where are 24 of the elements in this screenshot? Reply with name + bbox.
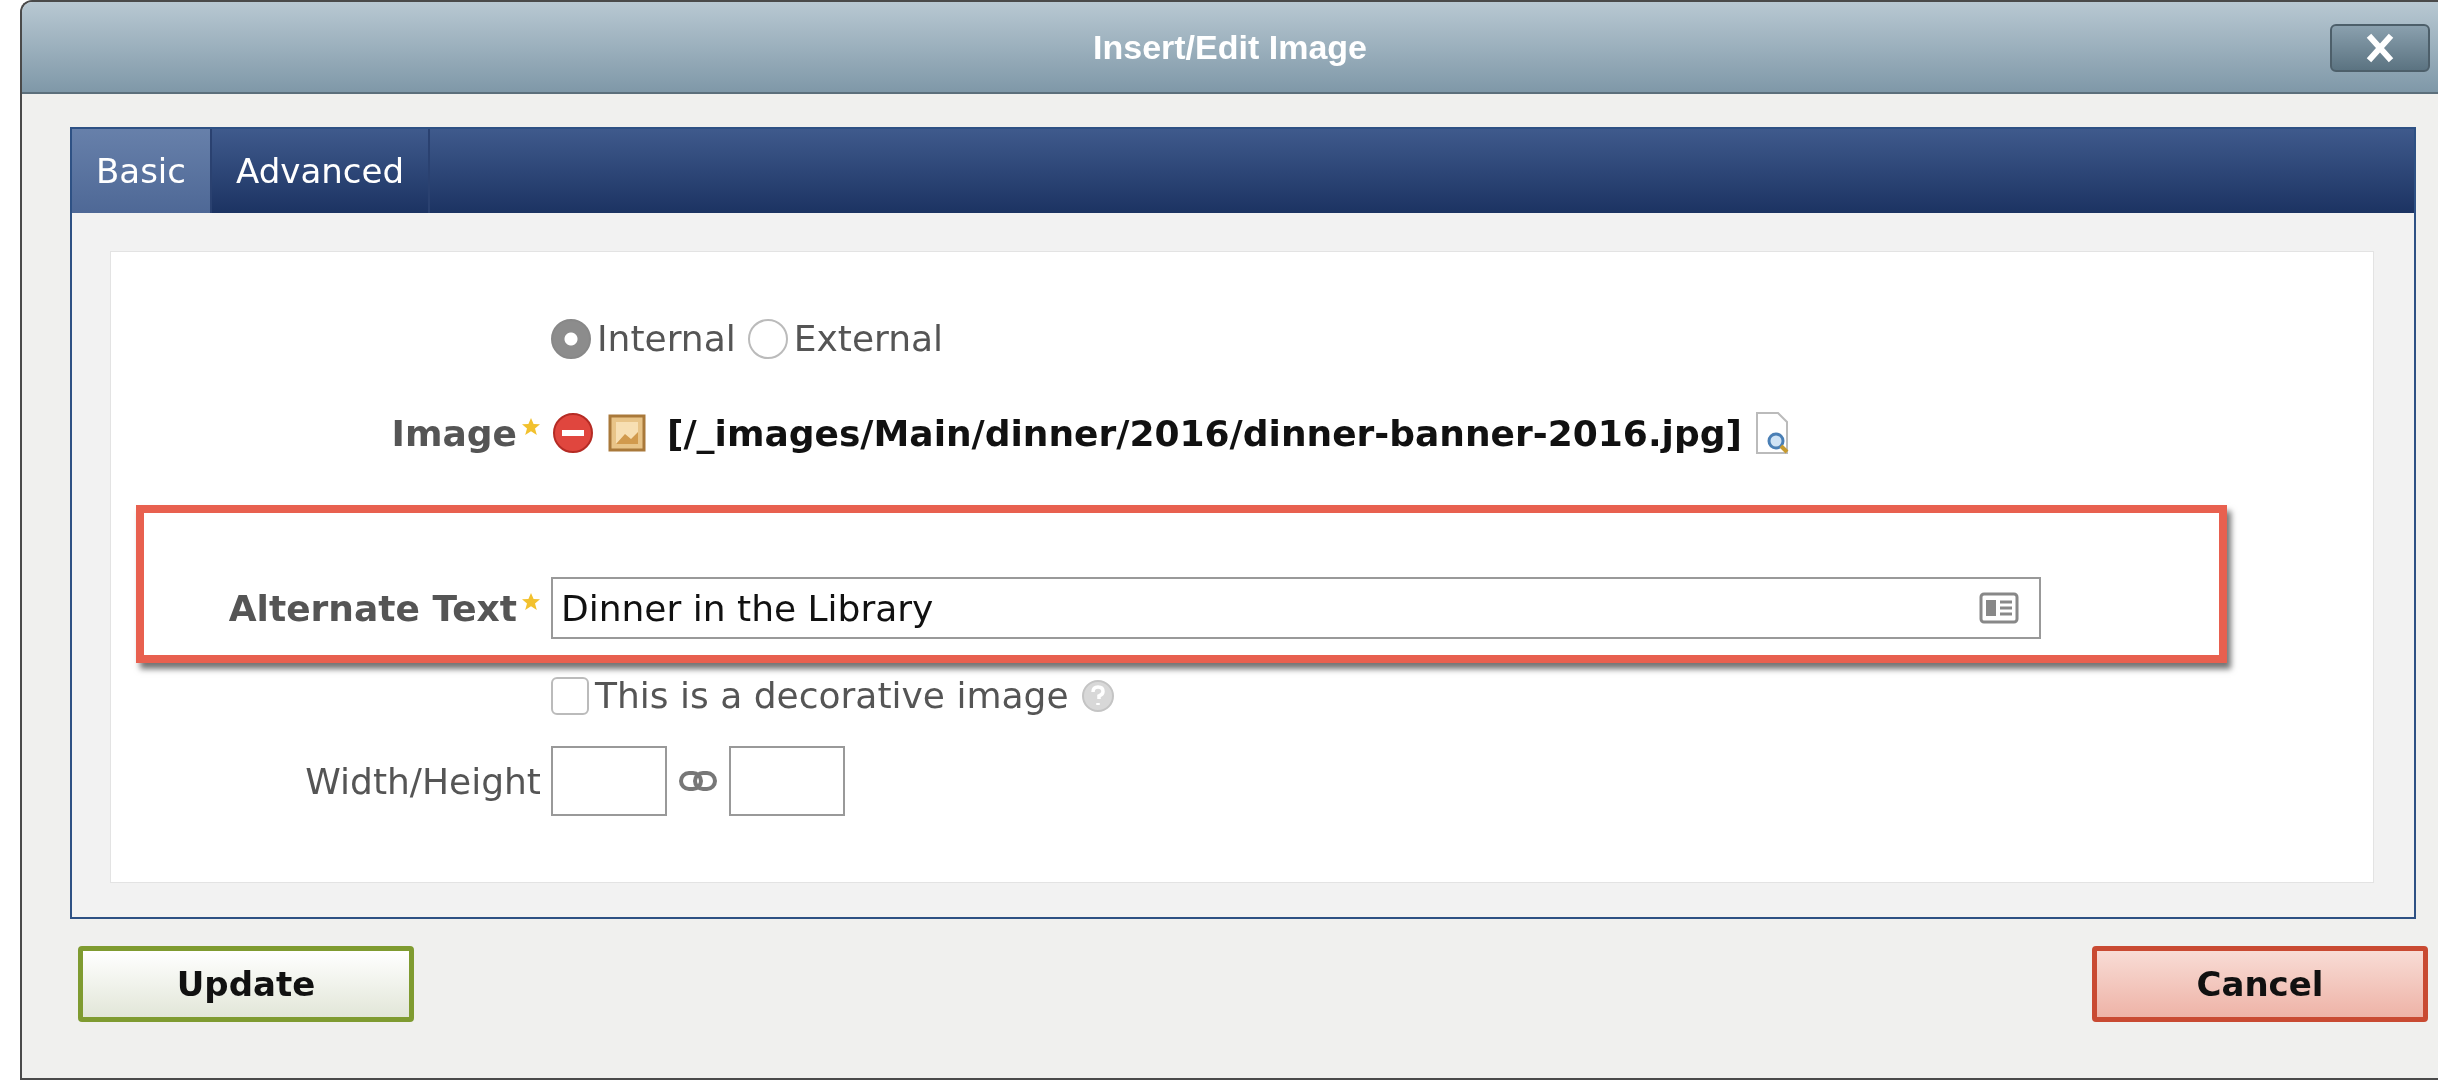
image-path: [/_images/Main/dinner/2016/dinner-banner-2016.jpg]	[667, 412, 1742, 454]
window-title: Insert/Edit Image	[1093, 27, 1367, 67]
decorative-checkbox-option[interactable]: This is a decorative image	[551, 675, 1069, 716]
close-button[interactable]	[2330, 24, 2430, 72]
field-label: Alternate Text	[228, 587, 517, 629]
image-icon[interactable]	[607, 413, 647, 453]
link-icon[interactable]	[679, 770, 717, 792]
field-label: Image	[391, 412, 517, 454]
field-label: Width/Height	[305, 760, 541, 802]
tab[interactable]: Basic	[72, 129, 212, 213]
radio-option[interactable]: External	[747, 318, 944, 359]
update-button[interactable]: Update	[78, 946, 414, 1022]
radio-option[interactable]: Internal	[551, 318, 736, 359]
radio-button[interactable]	[747, 318, 788, 359]
width-field[interactable]	[551, 746, 667, 816]
contact-card-icon[interactable]	[1979, 592, 2019, 624]
tab[interactable]: Advanced	[212, 129, 430, 213]
height-field[interactable]	[729, 746, 845, 816]
preview-icon[interactable]	[1753, 411, 1790, 455]
radio-button[interactable]	[551, 318, 591, 359]
remove-icon[interactable]	[551, 411, 595, 455]
checkbox[interactable]	[551, 676, 589, 715]
alt-text-field[interactable]: Dinner in the Library	[551, 577, 2041, 639]
cancel-button[interactable]: Cancel	[2092, 946, 2428, 1022]
